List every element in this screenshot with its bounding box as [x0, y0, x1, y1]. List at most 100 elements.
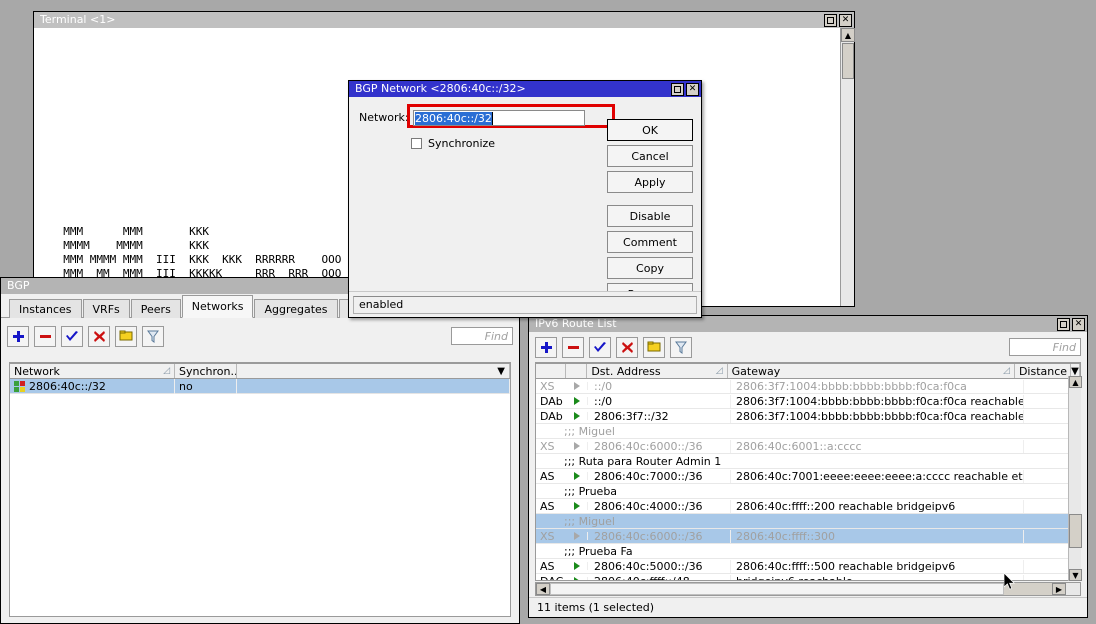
- route-active-arrow-icon: [566, 502, 588, 510]
- scroll-up-icon[interactable]: ▲: [1069, 376, 1082, 388]
- synchronize-label: Synchronize: [428, 137, 495, 150]
- network-field-highlight: 2806:40c::/32: [407, 104, 615, 128]
- tab-vrfs[interactable]: VRFs: [83, 299, 130, 318]
- column-gateway[interactable]: Gateway ◿: [728, 364, 1015, 378]
- chevron-down-icon: ▼: [1071, 366, 1079, 377]
- filter-button[interactable]: [670, 337, 692, 358]
- ok-button[interactable]: OK: [607, 119, 693, 141]
- route-list-hscrollbar[interactable]: ◀ ▶: [535, 582, 1081, 596]
- comment-button[interactable]: [115, 326, 137, 347]
- disable-button[interactable]: Disable: [607, 205, 693, 227]
- close-icon[interactable]: ✕: [1072, 318, 1085, 331]
- scrollbar-thumb[interactable]: [842, 43, 854, 79]
- column-network[interactable]: Network ◿: [10, 364, 175, 378]
- dialog-status-bar: enabled: [349, 291, 701, 317]
- route-comment-row[interactable]: ;;; Miguel: [536, 424, 1080, 439]
- disable-button[interactable]: [88, 326, 110, 347]
- add-button[interactable]: [7, 326, 29, 347]
- scrollbar-thumb[interactable]: [1069, 514, 1082, 548]
- minus-icon: [567, 341, 580, 354]
- route-list-titlebar[interactable]: IPv6 Route List ✕: [529, 316, 1087, 332]
- search-input[interactable]: Find: [1009, 338, 1081, 356]
- enable-button[interactable]: [61, 326, 83, 347]
- column-flags[interactable]: [536, 364, 566, 378]
- cell-dst-address: 2806:40c:5000::/36: [588, 560, 731, 573]
- scroll-right-icon[interactable]: ▶: [1052, 583, 1066, 595]
- close-icon[interactable]: ✕: [839, 14, 852, 27]
- column-dst-address[interactable]: Dst. Address ◿: [587, 364, 727, 378]
- route-comment-row[interactable]: ;;; Miguel: [536, 514, 1080, 529]
- add-button[interactable]: [535, 337, 557, 358]
- route-comment-row[interactable]: ;;; Prueba Fa: [536, 544, 1080, 559]
- comment-button[interactable]: [643, 337, 665, 358]
- chevron-down-icon[interactable]: ▼: [497, 366, 505, 377]
- table-row[interactable]: AS2806:40c:4000::/362806:40c:ffff::200 r…: [536, 499, 1080, 514]
- cell-flags: XS: [536, 440, 566, 453]
- search-input[interactable]: Find: [451, 327, 513, 345]
- cell-dst-address: ::/0: [588, 380, 731, 393]
- tab-networks[interactable]: Networks: [182, 295, 254, 318]
- column-distance[interactable]: Distance: [1015, 364, 1071, 378]
- bgp-networks-table[interactable]: Network ◿ Synchron... ▼ 2806:40c::/32: [9, 362, 511, 617]
- scroll-up-icon[interactable]: ▲: [841, 28, 855, 42]
- route-list-toolbar: Find: [529, 333, 1087, 361]
- network-input[interactable]: 2806:40c::/32: [413, 110, 585, 126]
- comment-text: ;;; Prueba Fa: [564, 545, 633, 558]
- dialog-titlebar[interactable]: BGP Network <2806:40c::/32> ✕: [349, 81, 701, 97]
- column-label: Distance: [1019, 365, 1067, 378]
- synchronize-checkbox[interactable]: [411, 138, 422, 149]
- cancel-button[interactable]: Cancel: [607, 145, 693, 167]
- scrollbar-track[interactable]: [550, 583, 1004, 595]
- terminal-scrollbar[interactable]: ▲: [840, 28, 854, 306]
- terminal-title: Terminal <1>: [40, 12, 822, 28]
- cell-dst-address: 2806:3f7::/32: [588, 410, 731, 423]
- copy-button[interactable]: Copy: [607, 257, 693, 279]
- tab-peers[interactable]: Peers: [131, 299, 181, 318]
- tab-aggregates[interactable]: Aggregates: [254, 299, 337, 318]
- route-table[interactable]: Dst. Address ◿ Gateway ◿ Distance ▼ XS::…: [535, 362, 1081, 581]
- filter-button[interactable]: [142, 326, 164, 347]
- scroll-down-icon[interactable]: ▼: [1069, 569, 1082, 581]
- enable-button[interactable]: [589, 337, 611, 358]
- remove-button[interactable]: [34, 326, 56, 347]
- table-row[interactable]: AS2806:40c:7000::/362806:40c:7001:eeee:e…: [536, 469, 1080, 484]
- table-row[interactable]: DAb::/02806:3f7:1004:bbbb:bbbb:bbbb:f0ca…: [536, 394, 1080, 409]
- table-row[interactable]: AS2806:40c:5000::/362806:40c:ffff::500 r…: [536, 559, 1080, 574]
- route-active-arrow-icon: [566, 562, 588, 570]
- note-icon: [647, 341, 661, 353]
- synchronize-row[interactable]: Synchronize: [411, 137, 495, 150]
- cell-flags: DAb: [536, 410, 566, 423]
- cell-spacer: [237, 379, 510, 394]
- tab-instances[interactable]: Instances: [9, 299, 82, 318]
- cell-gateway: 2806:40c:ffff::500 reachable bridgeipv6: [731, 560, 1024, 573]
- column-status-arrow[interactable]: [566, 364, 588, 378]
- bgp-toolbar: Find: [1, 322, 519, 350]
- tab-label: Instances: [19, 303, 72, 316]
- table-row[interactable]: XS2806:40c:6000::/362806:40c:6001::a:ccc…: [536, 439, 1080, 454]
- funnel-icon: [675, 341, 687, 354]
- funnel-icon: [147, 330, 159, 343]
- table-row[interactable]: 2806:40c::/32 no: [10, 379, 510, 394]
- note-icon: [119, 330, 133, 342]
- disable-button[interactable]: [616, 337, 638, 358]
- route-comment-row[interactable]: ;;; Ruta para Router Admin 1: [536, 454, 1080, 469]
- table-row[interactable]: DAC2806:40c:ffff::/48bridgeipv6 reachabl…: [536, 574, 1080, 581]
- plus-icon: [12, 330, 25, 343]
- comment-button[interactable]: Comment: [607, 231, 693, 253]
- route-active-arrow-icon: [566, 412, 588, 420]
- column-synchronize[interactable]: Synchron...: [175, 364, 237, 378]
- maximize-icon[interactable]: [1057, 318, 1070, 331]
- maximize-icon[interactable]: [824, 14, 837, 27]
- scroll-left-icon[interactable]: ◀: [536, 583, 550, 595]
- table-row[interactable]: DAb2806:3f7::/322806:3f7:1004:bbbb:bbbb:…: [536, 409, 1080, 424]
- table-row[interactable]: XS::/02806:3f7:1004:bbbb:bbbb:bbbb:f0ca:…: [536, 379, 1080, 394]
- terminal-titlebar[interactable]: Terminal <1> ✕: [34, 12, 854, 28]
- apply-button[interactable]: Apply: [607, 171, 693, 193]
- close-icon[interactable]: ✕: [686, 83, 699, 96]
- table-row[interactable]: XS2806:40c:6000::/362806:40c:ffff::300: [536, 529, 1080, 544]
- maximize-icon[interactable]: [671, 83, 684, 96]
- route-comment-row[interactable]: ;;; Prueba: [536, 484, 1080, 499]
- route-list-vscrollbar[interactable]: ▲ ▼: [1068, 376, 1081, 581]
- column-spacer: ▼: [237, 364, 510, 378]
- remove-button[interactable]: [562, 337, 584, 358]
